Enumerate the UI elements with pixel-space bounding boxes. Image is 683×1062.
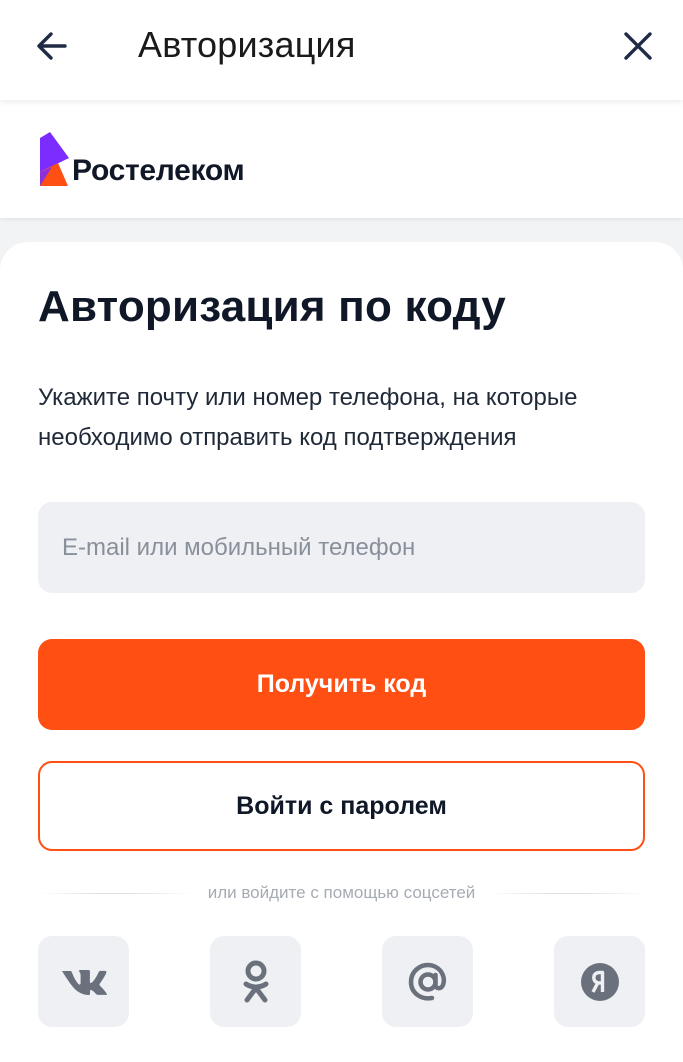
vk-icon (61, 969, 107, 995)
close-button[interactable] (616, 26, 660, 66)
arrow-left-icon (37, 32, 67, 60)
close-icon (624, 32, 652, 60)
instruction-text: Укажите почту или номер телефона, на кот… (38, 384, 578, 451)
mail-ru-login-button[interactable] (382, 936, 473, 1027)
get-code-button[interactable]: Получить код (38, 639, 645, 730)
divider-line-right (489, 892, 645, 894)
yandex-login-button[interactable] (554, 936, 645, 1027)
app-bar: Авторизация (0, 0, 683, 100)
login-input[interactable] (38, 502, 645, 593)
login-field-container (38, 502, 645, 593)
brand-name: Ростелеком (72, 154, 245, 187)
odnoklassniki-login-button[interactable] (210, 936, 301, 1027)
odnoklassniki-icon (243, 960, 268, 1002)
vk-login-button[interactable] (38, 936, 129, 1027)
back-button[interactable] (30, 26, 74, 66)
mail-ru-icon (408, 962, 446, 1001)
social-divider-text: или войдите с помощью соцсетей (207, 883, 476, 902)
app-bar-title: Авторизация (138, 24, 356, 65)
yandex-icon (580, 962, 619, 1001)
social-divider: или войдите с помощью соцсетей (38, 882, 645, 904)
divider-line-left (38, 892, 194, 894)
page-title: Авторизация по коду (38, 282, 506, 331)
login-with-password-button[interactable]: Войти с паролем (38, 761, 645, 851)
rostelecom-logo-icon (40, 132, 69, 186)
